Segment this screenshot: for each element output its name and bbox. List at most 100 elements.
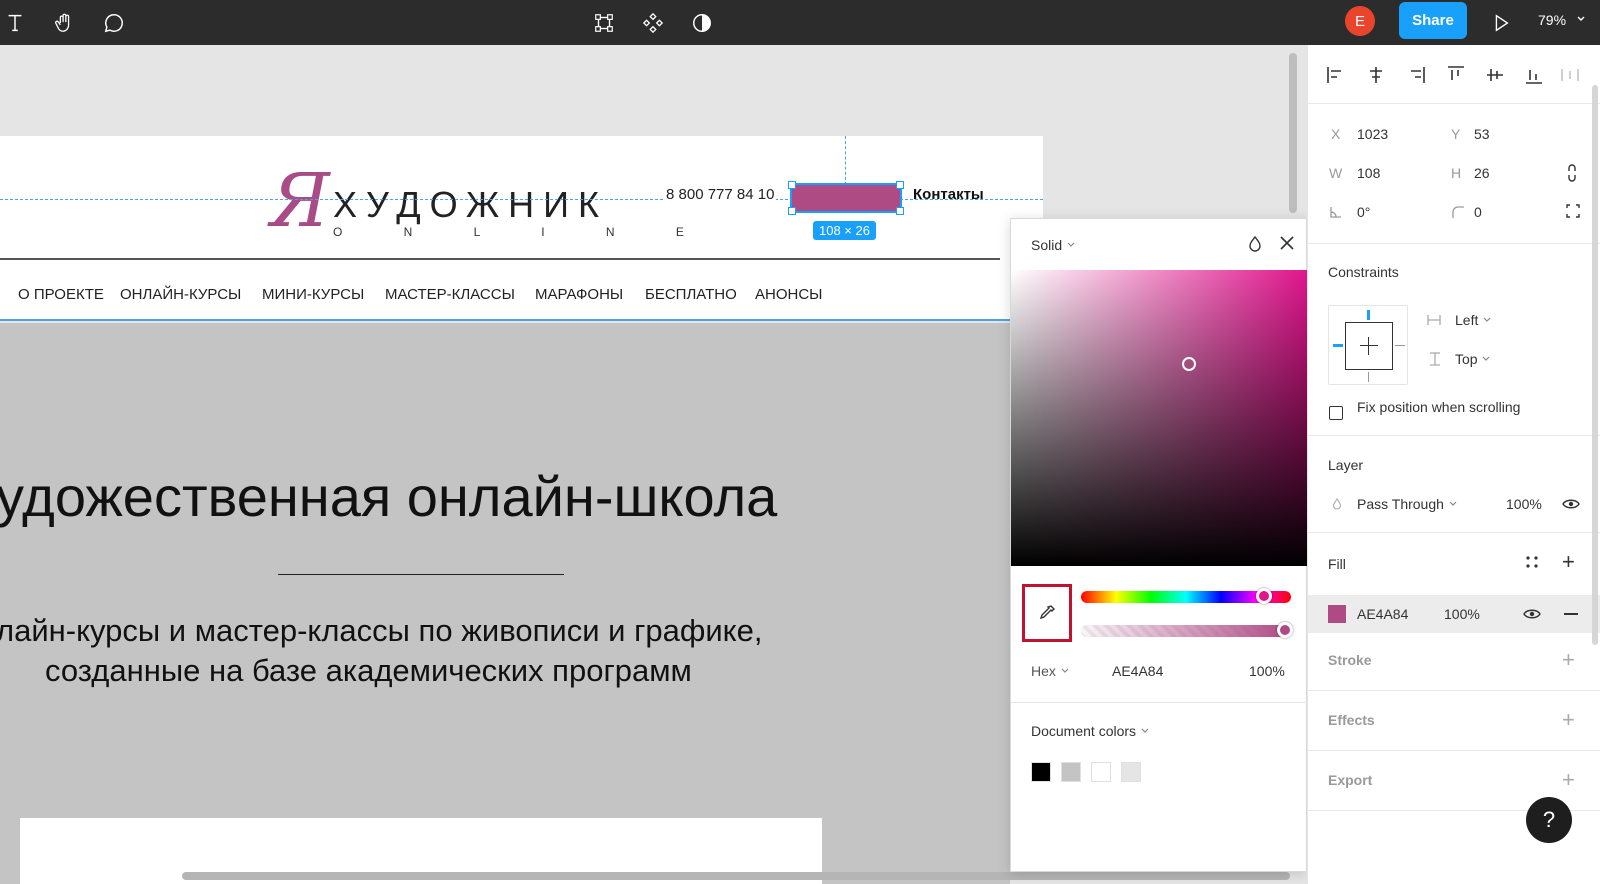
avatar[interactable]: E: [1345, 6, 1375, 36]
add-stroke-icon[interactable]: +: [1562, 649, 1575, 671]
frame-icon[interactable]: [589, 8, 619, 38]
nav-item[interactable]: МАСТЕР-КЛАССЫ: [385, 286, 515, 303]
resize-handle[interactable]: [896, 181, 904, 189]
align-horizontal-center-icon[interactable]: [1364, 63, 1388, 87]
constraint-cross: [1368, 337, 1369, 355]
opacity-slider-handle[interactable]: [1277, 622, 1293, 638]
nav-item[interactable]: О ПРОЕКТЕ: [18, 286, 104, 303]
nav-item[interactable]: БЕСПЛАТНО: [645, 286, 737, 303]
x-input[interactable]: 1023: [1357, 126, 1388, 142]
help-button[interactable]: ?: [1526, 797, 1572, 843]
fill-opacity-input[interactable]: 100%: [1444, 606, 1480, 622]
y-input[interactable]: 53: [1474, 126, 1490, 142]
panel-scrollbar[interactable]: [1592, 85, 1598, 645]
align-bottom-icon[interactable]: [1522, 63, 1546, 87]
nav-item[interactable]: МАРАФОНЫ: [535, 286, 623, 303]
dimension-badge: 108 × 26: [813, 221, 876, 240]
blend-icon[interactable]: [1244, 233, 1266, 255]
divider: [1308, 750, 1600, 751]
horizontal-constraint-label: Left: [1455, 312, 1479, 328]
independent-corners-icon[interactable]: [1565, 203, 1581, 219]
chevron-down-icon: [1061, 668, 1069, 673]
fill-row[interactable]: AE4A84 100%: [1308, 595, 1600, 633]
nav-item[interactable]: АНОНСЫ: [755, 286, 822, 303]
hex-input[interactable]: AE4A84: [1112, 663, 1163, 679]
fill-hex-input[interactable]: AE4A84: [1357, 606, 1408, 622]
width-input[interactable]: 108: [1357, 165, 1380, 181]
align-vertical-center-icon[interactable]: [1483, 63, 1507, 87]
x-label: X: [1331, 126, 1341, 142]
chevron-down-icon: [1483, 317, 1491, 322]
resize-handle[interactable]: [788, 181, 796, 189]
eyedropper-button[interactable]: [1022, 584, 1072, 642]
selected-rectangle[interactable]: [790, 183, 902, 213]
saturation-brightness-field[interactable]: [1011, 270, 1308, 566]
color-swatch[interactable]: [1121, 762, 1141, 782]
constraint-bottom-marker[interactable]: [1368, 372, 1369, 382]
color-swatch[interactable]: [1091, 762, 1111, 782]
constraint-top-marker[interactable]: [1367, 310, 1370, 320]
color-swatch[interactable]: [1031, 762, 1051, 782]
align-left-icon[interactable]: [1324, 63, 1348, 87]
h-label: H: [1451, 165, 1462, 181]
document-colors-dropdown[interactable]: Document colors: [1031, 723, 1150, 739]
vertical-scrollbar[interactable]: [1289, 53, 1297, 213]
constraint-cross: [1360, 345, 1378, 346]
opacity-slider[interactable]: [1081, 625, 1291, 637]
constraint-inner: [1345, 322, 1393, 370]
chevron-down-icon[interactable]: [1576, 14, 1586, 24]
add-effect-icon[interactable]: +: [1562, 709, 1575, 731]
blend-mode-dropdown[interactable]: Pass Through: [1357, 496, 1458, 512]
phone-number[interactable]: 8 800 777 84 10: [664, 186, 777, 203]
fix-position-checkbox[interactable]: [1329, 406, 1343, 420]
contrast-icon[interactable]: [687, 8, 717, 38]
align-top-icon[interactable]: [1444, 63, 1468, 87]
eye-icon[interactable]: [1523, 607, 1541, 621]
resize-handle[interactable]: [788, 207, 796, 215]
resize-handle[interactable]: [896, 207, 904, 215]
nav-item[interactable]: МИНИ-КУРСЫ: [262, 286, 364, 303]
distribute-icon[interactable]: [1558, 63, 1582, 87]
text-tool-icon[interactable]: [0, 8, 30, 38]
color-swatch[interactable]: [1061, 762, 1081, 782]
zoom-level[interactable]: 79%: [1538, 12, 1566, 28]
constraints-title: Constraints: [1328, 264, 1399, 280]
hand-tool-icon[interactable]: [49, 8, 79, 38]
constrain-proportions-icon[interactable]: [1564, 163, 1580, 183]
eye-icon[interactable]: [1562, 497, 1580, 511]
color-format-dropdown[interactable]: Hex: [1031, 663, 1070, 679]
vertical-constraint-dropdown[interactable]: Top: [1455, 351, 1491, 367]
color-knob[interactable]: [1182, 357, 1196, 371]
close-icon[interactable]: [1276, 232, 1298, 254]
constraint-widget[interactable]: [1328, 305, 1408, 385]
share-button[interactable]: Share: [1399, 2, 1467, 39]
play-icon[interactable]: [1486, 8, 1516, 38]
divider: [1308, 690, 1600, 691]
smart-guide-vertical: [845, 136, 846, 185]
corner-radius-input[interactable]: 0: [1474, 204, 1482, 220]
comment-icon[interactable]: [99, 8, 129, 38]
remove-fill-icon[interactable]: [1564, 613, 1578, 615]
add-fill-icon[interactable]: +: [1562, 551, 1575, 573]
website-nav: О ПРОЕКТЕ ОНЛАЙН-КУРСЫ МИНИ-КУРСЫ МАСТЕР…: [0, 267, 1010, 321]
rotation-input[interactable]: 0°: [1357, 204, 1370, 220]
layer-opacity-input[interactable]: 100%: [1506, 496, 1542, 512]
styles-icon[interactable]: [1525, 555, 1539, 569]
horizontal-constraint-dropdown[interactable]: Left: [1455, 312, 1492, 328]
effects-title: Effects: [1328, 712, 1375, 728]
fill-type-dropdown[interactable]: Solid: [1031, 237, 1076, 253]
constraint-right-marker[interactable]: [1395, 345, 1405, 346]
hero-section[interactable]: удожественная онлайн-школа лайн-курсы и …: [0, 323, 1010, 884]
align-right-icon[interactable]: [1404, 63, 1428, 87]
contacts-link[interactable]: Контакты: [913, 186, 984, 203]
opacity-input[interactable]: 100%: [1249, 663, 1285, 679]
fill-swatch[interactable]: [1328, 605, 1346, 623]
height-input[interactable]: 26: [1474, 165, 1490, 181]
horizontal-scrollbar[interactable]: [182, 872, 1290, 880]
add-export-icon[interactable]: +: [1562, 769, 1575, 791]
hue-slider-handle[interactable]: [1256, 588, 1272, 604]
fill-type-label: Solid: [1031, 237, 1063, 253]
nav-item[interactable]: ОНЛАЙН-КУРСЫ: [120, 286, 241, 303]
component-icon[interactable]: [638, 8, 668, 38]
constraint-left-marker[interactable]: [1333, 344, 1343, 347]
